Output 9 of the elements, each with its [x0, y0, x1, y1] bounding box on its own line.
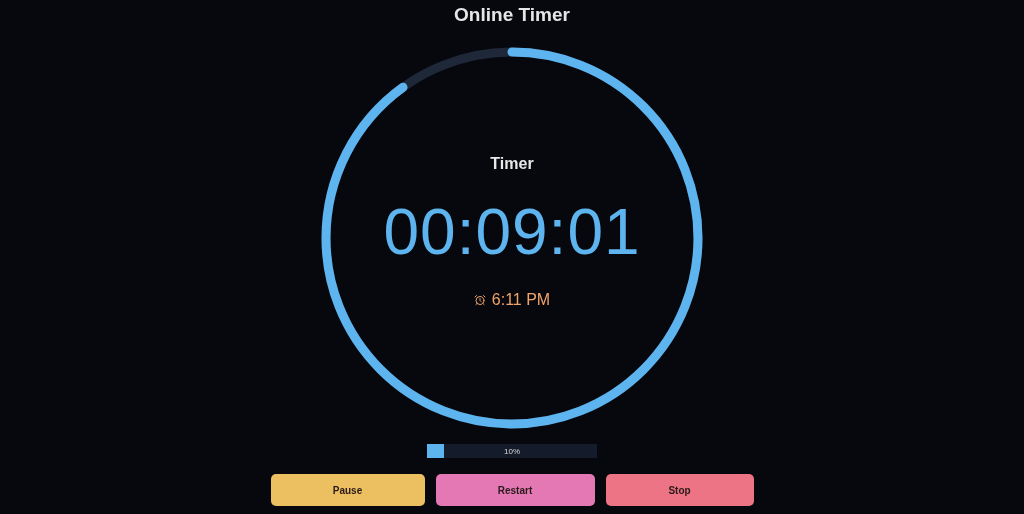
stop-button[interactable]: Stop [605, 474, 754, 506]
alarm-time: 6:11 PM [491, 291, 551, 309]
page-title: Online Timer [454, 4, 570, 26]
pause-button[interactable]: Pause [270, 474, 425, 506]
alarm-clock-icon [473, 294, 486, 306]
progress-percent: 10% [504, 446, 520, 456]
countdown-time: 00:09:01 [383, 195, 641, 269]
restart-button[interactable]: Restart [435, 474, 595, 506]
timer-label: Timer [490, 155, 534, 173]
